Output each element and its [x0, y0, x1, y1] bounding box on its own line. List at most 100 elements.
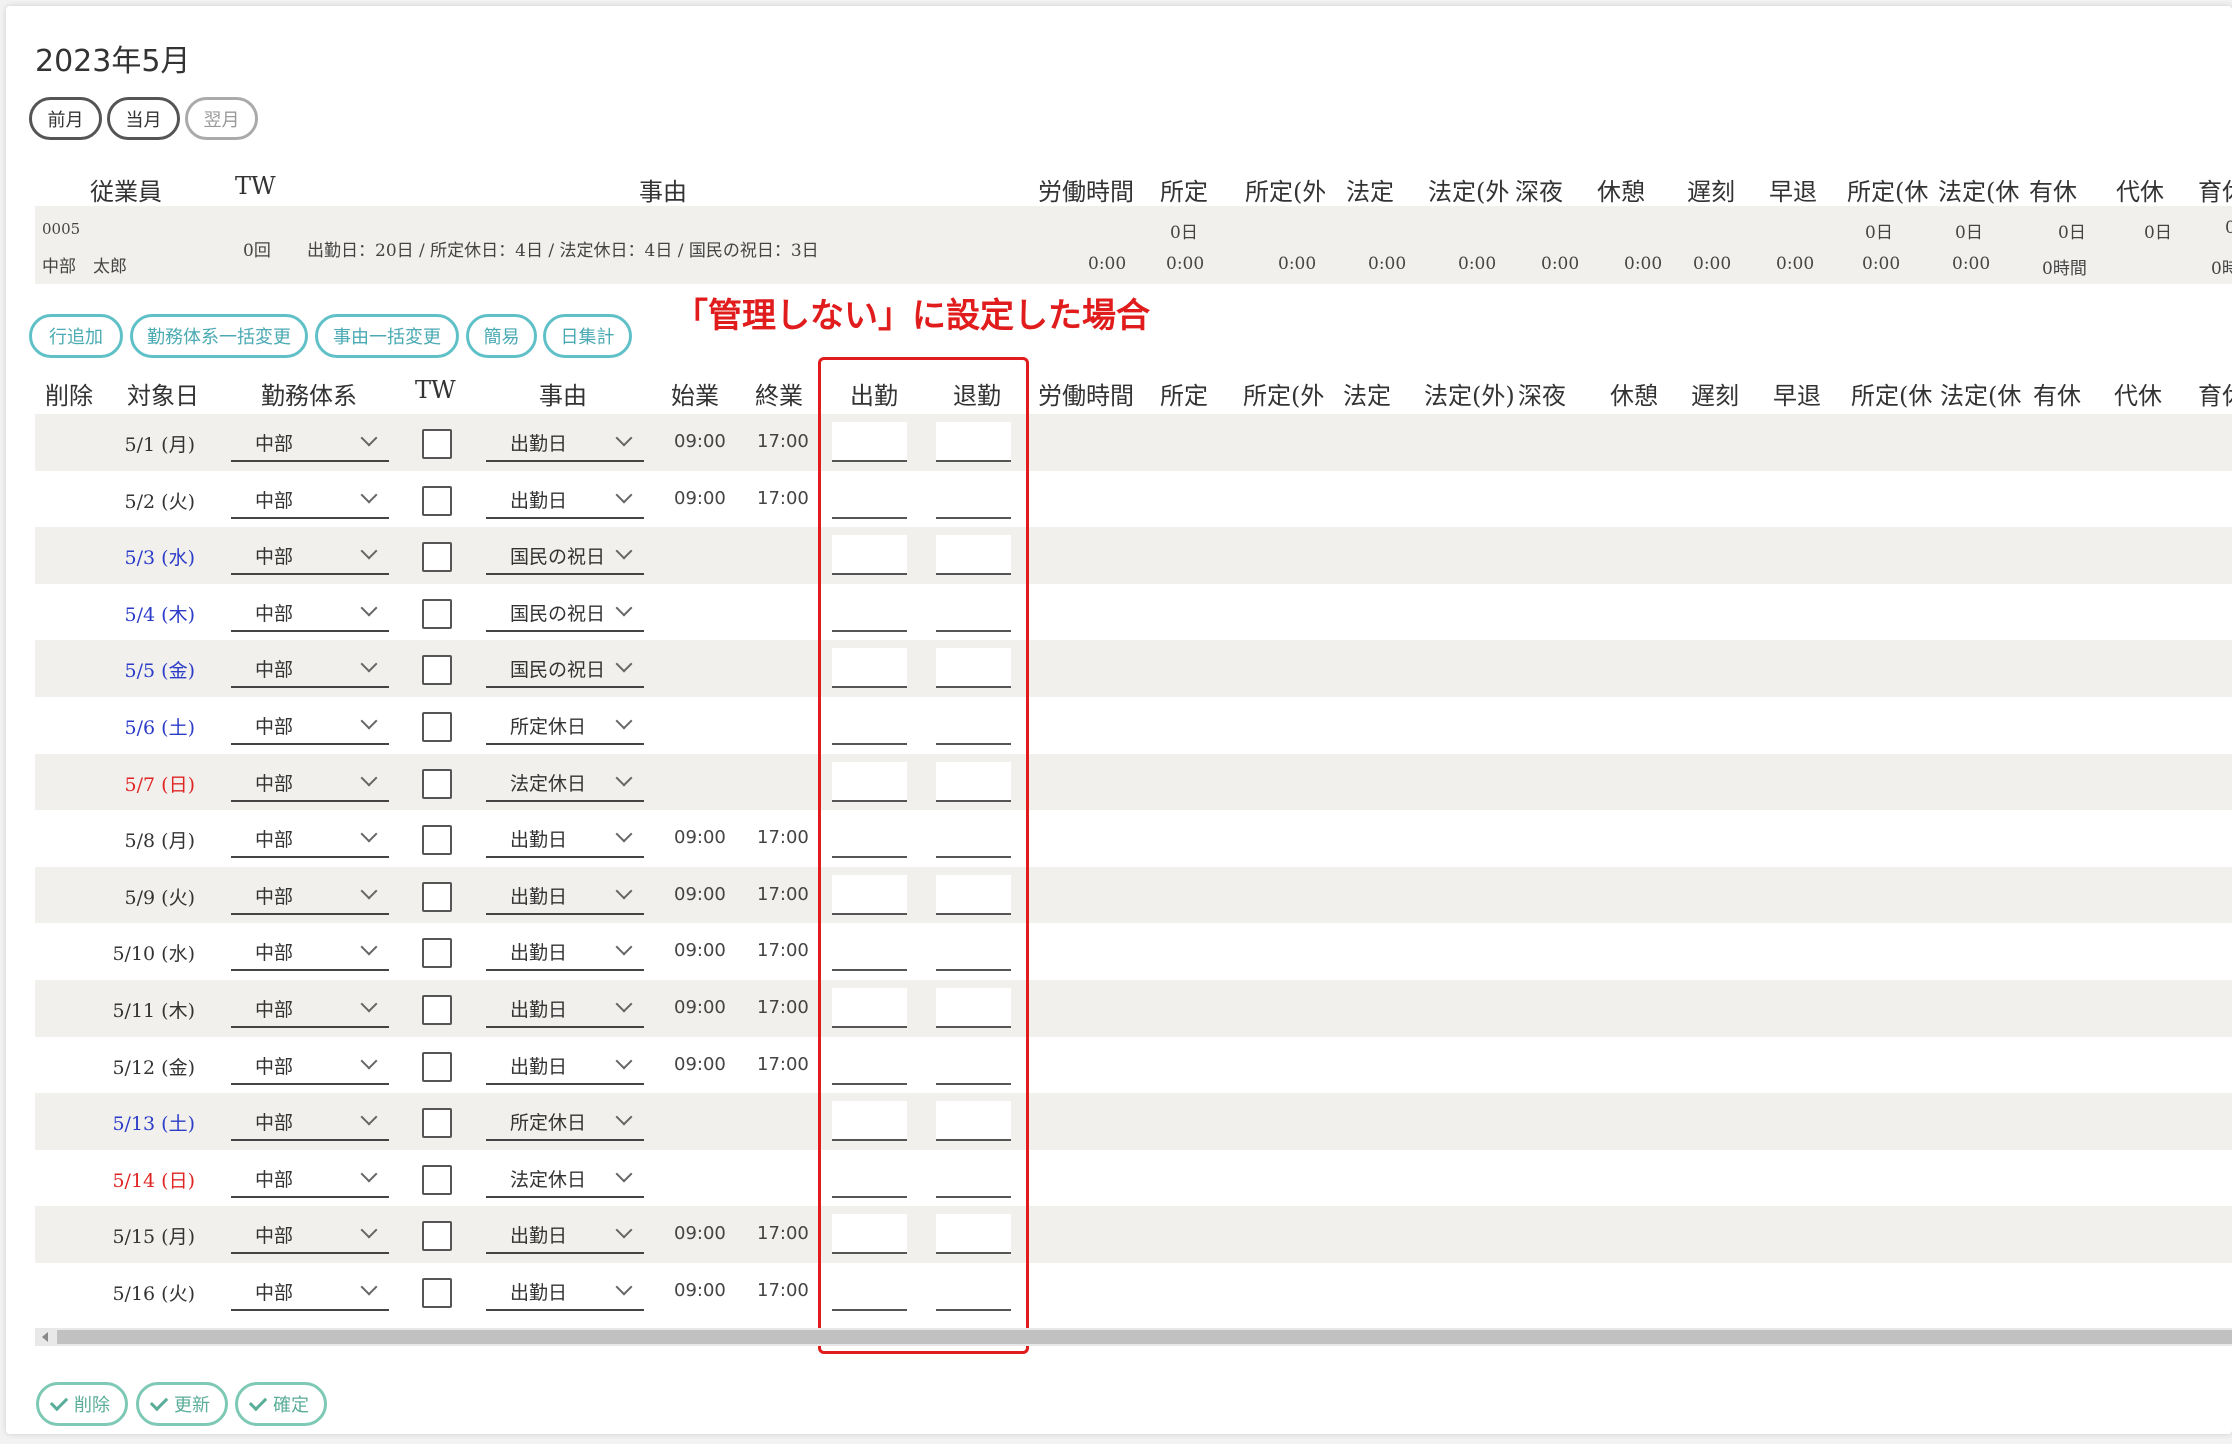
- work-system-select[interactable]: 中部: [231, 818, 389, 859]
- work-system-select[interactable]: 中部: [231, 1158, 389, 1198]
- clock-out-input[interactable]: [936, 478, 1011, 519]
- clock-in-input[interactable]: [832, 1214, 907, 1255]
- clock-in-input[interactable]: [832, 704, 907, 745]
- reason-select[interactable]: 国民の祝日: [486, 535, 644, 576]
- work-system-select[interactable]: 中部: [231, 1101, 389, 1142]
- clock-out-input[interactable]: [936, 761, 1011, 802]
- tw-checkbox[interactable]: [422, 1277, 452, 1308]
- work-system-select[interactable]: 中部: [231, 762, 389, 802]
- clock-out-input[interactable]: [936, 987, 1011, 1028]
- grid-header-comp-leave: 代休: [2114, 382, 2162, 410]
- work-system-select[interactable]: 中部: [231, 988, 389, 1028]
- clock-in-input[interactable]: [832, 1101, 907, 1142]
- clock-out-input[interactable]: [936, 1157, 1011, 1198]
- clock-out-input[interactable]: [936, 874, 1011, 915]
- tw-checkbox[interactable]: [422, 598, 452, 629]
- work-system-value: 中部: [255, 885, 294, 908]
- reason-select[interactable]: 出勤日: [486, 818, 644, 859]
- prev-month-button[interactable]: 前月: [29, 97, 102, 140]
- clock-out-input[interactable]: [936, 818, 1011, 859]
- chevron-down-icon: [615, 712, 633, 730]
- clock-out-input[interactable]: [936, 1214, 1011, 1255]
- clock-out-input[interactable]: [936, 1270, 1011, 1311]
- tw-checkbox[interactable]: [422, 994, 452, 1025]
- clock-out-input[interactable]: [936, 931, 1011, 972]
- clock-in-input[interactable]: [832, 874, 907, 915]
- clock-in-input[interactable]: [832, 478, 907, 519]
- work-system-select[interactable]: 中部: [231, 1214, 389, 1255]
- delete-button[interactable]: 削除: [36, 1382, 128, 1426]
- tw-checkbox[interactable]: [422, 1051, 452, 1082]
- clock-in-input[interactable]: [832, 931, 907, 972]
- work-system-select[interactable]: 中部: [231, 592, 389, 632]
- reason-select[interactable]: 法定休日: [486, 762, 644, 802]
- clock-out-input[interactable]: [936, 1101, 1011, 1142]
- work-system-select[interactable]: 中部: [231, 535, 389, 576]
- clock-out-input[interactable]: [936, 591, 1011, 632]
- clock-out-input[interactable]: [936, 704, 1011, 745]
- reason-select[interactable]: 出勤日: [486, 1271, 644, 1311]
- tw-checkbox[interactable]: [422, 1221, 452, 1252]
- work-system-select[interactable]: 中部: [231, 931, 389, 972]
- tw-checkbox[interactable]: [422, 542, 452, 573]
- work-system-select[interactable]: 中部: [231, 1271, 389, 1311]
- clock-out-input[interactable]: [936, 648, 1011, 689]
- confirm-button[interactable]: 確定: [235, 1382, 327, 1426]
- clock-in-input[interactable]: [832, 1044, 907, 1085]
- tw-checkbox[interactable]: [422, 768, 452, 799]
- work-system-select[interactable]: 中部: [231, 422, 389, 462]
- current-month-button[interactable]: 当月: [107, 97, 180, 140]
- reason-select[interactable]: 所定休日: [486, 1101, 644, 1142]
- bulk-change-system-button[interactable]: 勤務体系一括変更: [130, 314, 308, 358]
- reason-select[interactable]: 出勤日: [486, 931, 644, 972]
- clock-in-input[interactable]: [832, 1157, 907, 1198]
- simple-button[interactable]: 簡易: [466, 314, 537, 358]
- tw-checkbox[interactable]: [422, 429, 452, 459]
- tw-checkbox[interactable]: [422, 938, 452, 969]
- clock-in-input[interactable]: [832, 648, 907, 689]
- clock-out-input[interactable]: [936, 1044, 1011, 1085]
- tw-checkbox[interactable]: [422, 825, 452, 856]
- tw-checkbox[interactable]: [422, 655, 452, 686]
- reason-select[interactable]: 法定休日: [486, 1158, 644, 1198]
- scrollbar-thumb[interactable]: [57, 1330, 2232, 1344]
- reason-select[interactable]: 出勤日: [486, 422, 644, 462]
- clock-in-input[interactable]: [832, 422, 907, 462]
- clock-in-input[interactable]: [832, 591, 907, 632]
- work-system-select[interactable]: 中部: [231, 875, 389, 915]
- reason-select[interactable]: 所定休日: [486, 705, 644, 745]
- reason-select[interactable]: 国民の祝日: [486, 648, 644, 689]
- reason-select[interactable]: 出勤日: [486, 1214, 644, 1255]
- clock-in-input[interactable]: [832, 818, 907, 859]
- tw-checkbox[interactable]: [422, 1164, 452, 1195]
- daily-total-button[interactable]: 日集計: [543, 314, 632, 358]
- work-system-select[interactable]: 中部: [231, 479, 389, 519]
- row-date: 5/3 (水): [124, 547, 195, 570]
- clock-in-input[interactable]: [832, 1270, 907, 1311]
- next-month-button[interactable]: 翌月: [185, 97, 258, 140]
- scroll-left-icon[interactable]: [42, 1332, 48, 1342]
- horizontal-scrollbar[interactable]: [35, 1328, 2232, 1346]
- reason-select[interactable]: 国民の祝日: [486, 592, 644, 632]
- chevron-down-icon: [360, 882, 378, 900]
- tw-checkbox[interactable]: [422, 1108, 452, 1139]
- update-button[interactable]: 更新: [136, 1382, 228, 1426]
- end-time: 17:00: [757, 827, 809, 849]
- bulk-change-reason-button[interactable]: 事由一括変更: [315, 314, 459, 358]
- reason-select[interactable]: 出勤日: [486, 479, 644, 519]
- add-row-button[interactable]: 行追加: [29, 314, 123, 358]
- clock-in-input[interactable]: [832, 761, 907, 802]
- clock-out-input[interactable]: [936, 422, 1011, 462]
- clock-out-input[interactable]: [936, 535, 1011, 576]
- work-system-select[interactable]: 中部: [231, 648, 389, 689]
- work-system-select[interactable]: 中部: [231, 1045, 389, 1085]
- clock-in-input[interactable]: [832, 987, 907, 1028]
- clock-in-input[interactable]: [832, 535, 907, 576]
- tw-checkbox[interactable]: [422, 881, 452, 912]
- reason-select[interactable]: 出勤日: [486, 988, 644, 1028]
- tw-checkbox[interactable]: [422, 485, 452, 516]
- work-system-select[interactable]: 中部: [231, 705, 389, 745]
- tw-checkbox[interactable]: [422, 711, 452, 742]
- reason-select[interactable]: 出勤日: [486, 875, 644, 915]
- reason-select[interactable]: 出勤日: [486, 1045, 644, 1085]
